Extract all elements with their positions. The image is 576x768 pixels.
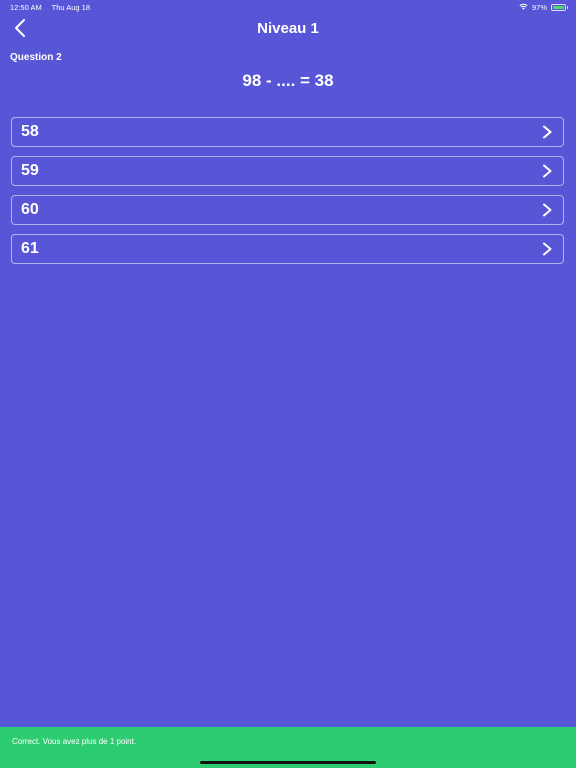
toast-message: Correct. Vous avez plus de 1 point.	[12, 737, 137, 746]
chevron-right-icon	[540, 164, 554, 178]
chevron-right-icon	[540, 242, 554, 256]
answer-option[interactable]: 60	[11, 195, 564, 225]
status-date: Thu Aug 18	[51, 2, 91, 12]
home-indicator	[200, 761, 376, 764]
answer-option-label: 58	[21, 123, 39, 140]
wifi-icon	[519, 3, 528, 12]
answer-option-label: 60	[21, 201, 39, 218]
battery-percent: 97%	[531, 2, 547, 12]
answer-option[interactable]: 59	[11, 156, 564, 186]
status-bar: 12:50 AM Thu Aug 18 97%	[0, 0, 576, 14]
status-time: 12:50 AM	[10, 2, 42, 12]
answer-options: 58 59 60 61	[11, 117, 564, 273]
battery-icon	[551, 3, 568, 11]
chevron-right-icon	[540, 203, 554, 217]
navigation-bar: Niveau 1	[0, 14, 576, 46]
status-right: 97%	[519, 2, 568, 12]
answer-option-label: 61	[21, 240, 39, 257]
chevron-right-icon	[540, 125, 554, 139]
answer-option-label: 59	[21, 162, 39, 179]
status-left: 12:50 AM Thu Aug 18	[10, 3, 98, 12]
equation-text: 98 - .... = 38	[242, 71, 334, 90]
question-label: Question 2	[10, 52, 62, 63]
answer-option[interactable]: 58	[11, 117, 564, 147]
answer-option[interactable]: 61	[11, 234, 564, 264]
feedback-toast: Correct. Vous avez plus de 1 point.	[0, 727, 576, 768]
page-title: Niveau 1	[257, 20, 319, 37]
battery-fill	[553, 5, 564, 9]
